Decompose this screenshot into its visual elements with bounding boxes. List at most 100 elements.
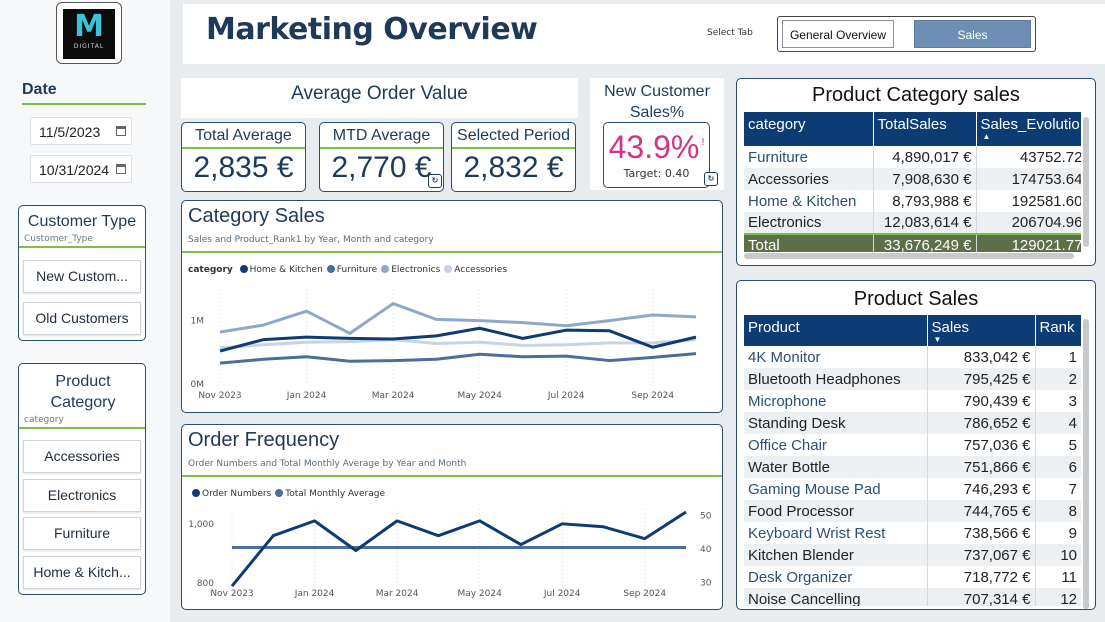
drill-icon[interactable]: ↻: [704, 172, 718, 186]
product-category-field: category: [24, 415, 64, 425]
col-header-sales[interactable]: Sales ▼: [927, 315, 1036, 346]
legend-item[interactable]: Total Monthly Average: [285, 489, 385, 499]
kpi-total-average-label: Total Average: [182, 123, 305, 149]
table-row[interactable]: Food Processor 744,765 €8: [744, 500, 1081, 522]
total-cell: Total: [744, 233, 873, 252]
x-tick-label: Sep 2024: [623, 589, 666, 599]
col-header-sales-evolution-label: Sales_Evolutio: [980, 116, 1080, 133]
category-option-accessories[interactable]: Accessories: [23, 440, 141, 473]
table-row[interactable]: Office Chair 757,036 €5: [744, 434, 1081, 456]
table-row[interactable]: Water Bottle 751,866 €6: [744, 456, 1081, 478]
y-tick-label: 1,000: [188, 520, 214, 530]
category-option-furniture[interactable]: Furniture: [23, 517, 141, 550]
product-category-sales-title: Product Category sales: [812, 84, 1020, 106]
customer-type-option-old[interactable]: Old Customers: [23, 302, 141, 335]
table-cell: 795,425 €: [926, 368, 1035, 390]
table-row[interactable]: Accessories7,908,630 €174753.64 %: [744, 168, 1081, 190]
legend-item[interactable]: Furniture: [337, 265, 377, 275]
legend-marker: [381, 265, 390, 273]
y-tick-label: 0M: [191, 380, 205, 390]
table-cell: Microphone: [748, 392, 827, 410]
product-sales-table: Product Sales ▼ Rank 4K Monitor 833,042 €1…: [744, 315, 1081, 606]
col-header-sales-evolution[interactable]: Sales_Evolutio ▲: [976, 112, 1081, 146]
legend-item[interactable]: Electronics: [391, 265, 440, 275]
customer-type-option-new[interactable]: New Custom...: [23, 260, 141, 293]
calendar-icon[interactable]: [116, 126, 126, 136]
table-row[interactable]: Kitchen Blender 737,067 €10: [744, 544, 1081, 566]
legend-item[interactable]: Accessories: [454, 265, 507, 275]
table-cell: 2: [1034, 368, 1081, 390]
product-sales-table-wrap: Product Sales ▼ Rank 4K Monitor 833,042 €1…: [744, 315, 1081, 606]
x-tick-label: Nov 2023: [210, 589, 253, 599]
table-cell: 206704.96 %: [975, 212, 1081, 234]
end-date-input[interactable]: 10/31/2024: [30, 155, 132, 183]
table-row[interactable]: Keyboard Wrist Rest 738,566 €9: [744, 522, 1081, 544]
table-row[interactable]: Standing Desk 786,652 €4: [744, 412, 1081, 434]
col-header-category[interactable]: category: [744, 112, 874, 146]
table-row[interactable]: Desk Organizer 718,772 €11: [744, 566, 1081, 588]
table-cell: 12: [1034, 588, 1081, 606]
total-cell: 129021.77 %: [975, 233, 1081, 252]
header: Marketing Overview Select Tab General Ov…: [183, 4, 1105, 64]
table-row[interactable]: Bluetooth Headphones 795,425 €2: [744, 368, 1081, 390]
table-row[interactable]: Furniture 4,890,017 €43752.72 %: [744, 146, 1081, 168]
table-cell: 43752.72 %: [975, 146, 1081, 168]
table-cell: Kitchen Blender: [744, 544, 927, 566]
category-sales-chart: 0M 1M Nov 2023 Jan 2024 Mar 2024 May 2024 Jul …: [191, 289, 697, 401]
table-cell: 9: [1034, 522, 1081, 544]
table-cell: 6: [1034, 456, 1081, 478]
table-cell: Accessories: [744, 168, 873, 190]
table-row[interactable]: 4K Monitor 833,042 €1: [744, 346, 1081, 368]
col-header-sales-label: Sales: [931, 319, 970, 336]
warning-flag: !: [701, 137, 706, 148]
new-customer-target: Target: 0.40: [623, 167, 690, 180]
legend-marker: [444, 265, 453, 273]
table-row[interactable]: Electronics12,083,614 €206704.96 %: [744, 212, 1081, 234]
logo-mark: M: [74, 9, 104, 44]
total-cell: 33,676,249 €: [872, 233, 976, 252]
table-cell: Water Bottle: [744, 456, 927, 478]
table-row[interactable]: Gaming Mouse Pad 746,293 €7: [744, 478, 1081, 500]
legend-item[interactable]: Order Numbers: [202, 489, 271, 499]
table-cell: Desk Organizer: [748, 568, 853, 586]
vertical-scrollbar[interactable]: [1083, 117, 1089, 247]
drill-icon[interactable]: ↻: [428, 174, 442, 188]
start-date-input[interactable]: 11/5/2023: [30, 117, 132, 145]
table-row[interactable]: Home & Kitchen 8,793,988 €192581.60 %: [744, 190, 1081, 212]
horizontal-scrollbar[interactable]: [744, 253, 1074, 259]
tab-general-overview[interactable]: General Overview: [782, 20, 894, 48]
table-cell: Noise Cancelling: [744, 588, 927, 606]
sidebar: M DIGITAL Date 11/5/2023 10/31/2024 Cust…: [0, 0, 170, 622]
sort-asc-icon[interactable]: ▲: [981, 133, 1082, 141]
kpi-selected-period-value: 2,832 €: [463, 151, 564, 184]
legend-marker: [239, 265, 248, 273]
table-cell: 8,793,988 €: [872, 190, 976, 212]
table-cell: 744,765 €: [926, 500, 1035, 522]
calendar-icon[interactable]: [116, 164, 126, 174]
table-cell: 10: [1034, 544, 1081, 566]
table-cell: 3: [1034, 390, 1081, 412]
col-header-totalsales[interactable]: TotalSales: [873, 112, 977, 146]
category-option-home-kitchen[interactable]: Home & Kitch...: [23, 556, 141, 589]
legend-item[interactable]: Home & Kitchen: [250, 265, 323, 275]
kpi-mtd-average-label: MTD Average: [320, 123, 443, 149]
table-row[interactable]: Noise Cancelling 707,314 €12: [744, 588, 1081, 606]
table-cell: Furniture: [748, 148, 809, 166]
vertical-scrollbar[interactable]: [1083, 319, 1089, 609]
col-header-product[interactable]: Product: [744, 315, 928, 346]
table-cell: Food Processor: [744, 500, 927, 522]
product-sales-card: Product Sales Product Sales ▼ Rank 4K Mon…: [736, 280, 1096, 610]
tab-sales[interactable]: Sales: [914, 20, 1031, 48]
category-sales-legend: category Home & Kitchen Furniture Electron…: [188, 265, 507, 275]
table-cell: 707,314 €: [926, 588, 1035, 606]
new-customer-value: 43.9%: [608, 129, 700, 165]
table-row[interactable]: Microphone 790,439 €3: [744, 390, 1081, 412]
table-cell: 5: [1034, 434, 1081, 456]
product-category-table: category TotalSales Sales_Evolutio ▲ Furn…: [744, 112, 1081, 252]
table-cell: Electronics: [744, 212, 873, 234]
category-option-electronics[interactable]: Electronics: [23, 479, 141, 512]
sort-desc-icon[interactable]: ▼: [932, 336, 1031, 344]
y-right-tick-label: 30: [700, 578, 712, 588]
table-cell: 790,439 €: [926, 390, 1035, 412]
col-header-rank[interactable]: Rank: [1035, 315, 1081, 346]
